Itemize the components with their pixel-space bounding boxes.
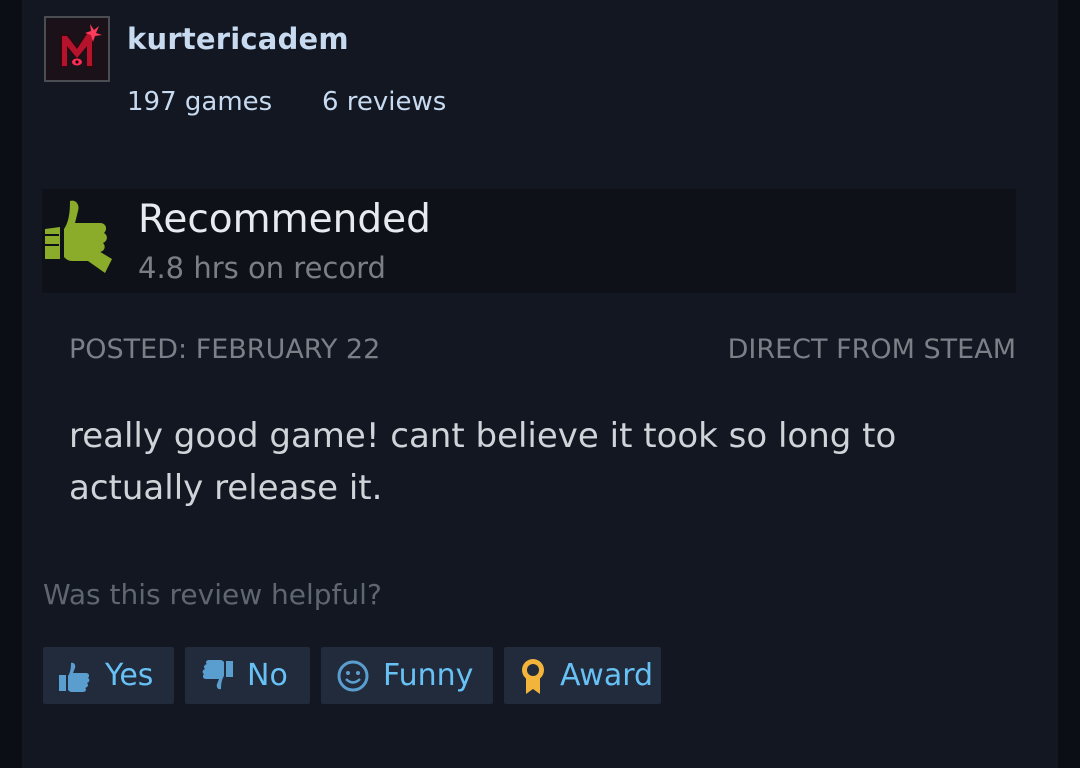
helpful-prompt: Was this review helpful? bbox=[43, 578, 382, 611]
award-button[interactable]: Award bbox=[504, 647, 661, 704]
vote-funny-label: Funny bbox=[383, 658, 474, 693]
award-label: Award bbox=[560, 658, 654, 693]
thumbs-up-icon bbox=[42, 197, 114, 273]
posted-date: POSTED: FEBRUARY 22 bbox=[69, 334, 381, 365]
review-body: really good game! cant believe it took s… bbox=[69, 416, 897, 508]
thumbs-up-icon bbox=[57, 658, 93, 694]
vote-funny-button[interactable]: Funny bbox=[321, 647, 493, 704]
recommendation-header: Recommended 4.8 hrs on record bbox=[42, 189, 1016, 293]
award-ribbon-icon bbox=[518, 656, 548, 696]
recommendation-title: Recommended bbox=[138, 197, 431, 242]
avatar[interactable] bbox=[44, 16, 110, 82]
thumbs-down-icon bbox=[199, 658, 235, 694]
vote-no-label: No bbox=[247, 658, 288, 693]
vote-yes-button[interactable]: Yes bbox=[43, 647, 174, 704]
smiley-icon bbox=[335, 658, 371, 694]
vote-yes-label: Yes bbox=[105, 658, 154, 693]
author-name[interactable]: kurtericadem bbox=[127, 22, 349, 56]
games-count[interactable]: 197 games bbox=[127, 87, 272, 117]
review-source: DIRECT FROM STEAM bbox=[727, 334, 1016, 365]
hours-on-record: 4.8 hrs on record bbox=[138, 251, 386, 285]
reviews-count[interactable]: 6 reviews bbox=[322, 87, 446, 117]
vote-no-button[interactable]: No bbox=[185, 647, 310, 704]
